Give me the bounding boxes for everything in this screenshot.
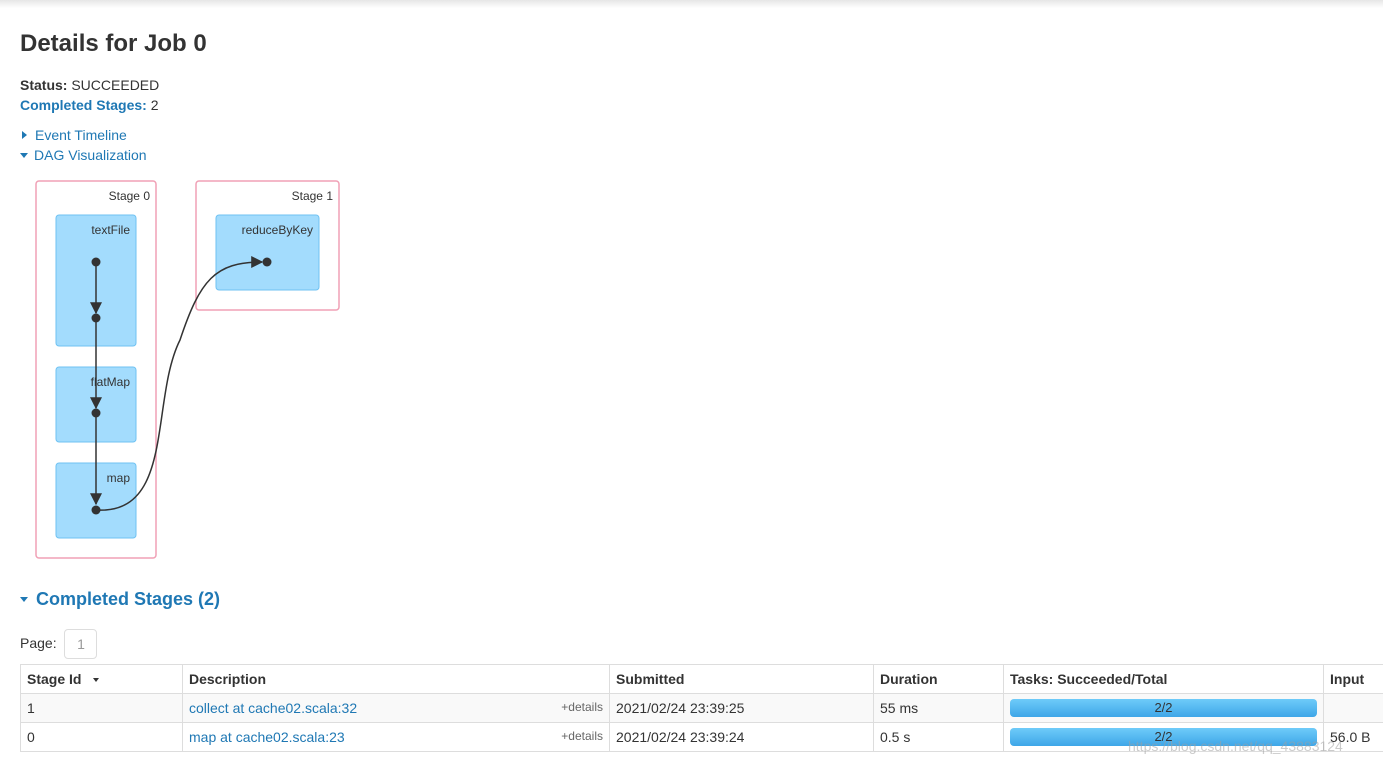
input-cell — [1323, 693, 1383, 723]
submitted-cell: 2021/02/24 23:39:24 — [609, 722, 874, 752]
stage-1-label: Stage 1 — [292, 189, 334, 203]
operation-textfile-label: textFile — [91, 223, 130, 237]
dag-visualization: Stage 0 textFile flatMap map Stage 1 red… — [35, 180, 340, 559]
details-toggle[interactable]: +details — [561, 700, 603, 714]
column-stage-id-label: Stage Id — [27, 671, 82, 687]
completed-stages-label[interactable]: Completed Stages: — [20, 97, 147, 113]
event-timeline-toggle[interactable]: Event Timeline — [20, 126, 127, 144]
completed-stages-count: 2 — [150, 97, 159, 113]
status-value: SUCCEEDED — [71, 77, 160, 93]
description-cell: map at cache02.scala:23 +details — [182, 722, 610, 752]
column-description[interactable]: Description — [182, 664, 610, 694]
stage-description-link[interactable]: map at cache02.scala:23 — [189, 729, 345, 745]
progress-label: 2/2 — [1154, 729, 1173, 744]
completed-stages-header[interactable]: Completed Stages (2) — [20, 588, 220, 610]
column-tasks[interactable]: Tasks: Succeeded/Total — [1003, 664, 1324, 694]
column-input-label: Input — [1330, 671, 1365, 687]
stage-id-cell: 0 — [20, 722, 183, 752]
column-input[interactable]: Input — [1323, 664, 1383, 694]
operation-reducebykey[interactable]: reduceByKey — [215, 214, 320, 291]
column-stage-id[interactable]: Stage Id — [20, 664, 183, 694]
stage-description-link[interactable]: collect at cache02.scala:32 — [189, 700, 357, 716]
operation-map-label: map — [107, 471, 131, 485]
column-description-label: Description — [189, 671, 267, 687]
rdd-node[interactable] — [91, 257, 101, 267]
pagination: Page: 1 — [20, 628, 98, 660]
submitted-cell: 2021/02/24 23:39:25 — [609, 693, 874, 723]
page-input[interactable]: 1 — [64, 629, 98, 660]
rdd-node[interactable] — [91, 313, 101, 323]
stage-0-label: Stage 0 — [109, 189, 151, 203]
duration-cell: 0.5 s — [873, 722, 1004, 752]
rdd-node[interactable] — [91, 408, 101, 418]
completed-stages-title: Completed Stages (2) — [36, 589, 221, 609]
table-header-row: Stage Id Description Submitted Duration … — [20, 664, 1383, 694]
sort-desc-icon — [93, 678, 100, 683]
progress-label: 2/2 — [1154, 700, 1173, 715]
status-label: Status: — [20, 77, 68, 93]
column-duration[interactable]: Duration — [873, 664, 1004, 694]
arrow-down-icon — [20, 596, 28, 602]
operation-reducebykey-label: reduceByKey — [242, 223, 313, 237]
column-submitted-label: Submitted — [616, 671, 685, 687]
completed-stages-summary[interactable]: Completed Stages: 2 — [20, 96, 159, 114]
column-tasks-label: Tasks: Succeeded/Total — [1010, 671, 1168, 687]
table-row: 1 collect at cache02.scala:32 +details 2… — [20, 693, 1383, 723]
page-label: Page: — [20, 635, 57, 651]
event-timeline-label: Event Timeline — [35, 127, 127, 143]
details-toggle[interactable]: +details — [561, 729, 603, 743]
job-status: Status: SUCCEEDED — [20, 76, 159, 94]
rdd-node[interactable] — [262, 257, 272, 267]
column-submitted[interactable]: Submitted — [609, 664, 874, 694]
dag-visualization-label: DAG Visualization — [34, 147, 147, 163]
completed-stages-table: Stage Id Description Submitted Duration … — [20, 664, 1383, 752]
tasks-cell: 2/2 — [1003, 693, 1324, 723]
column-duration-label: Duration — [880, 671, 938, 687]
stage-id-cell: 1 — [20, 693, 183, 723]
tasks-cell: 2/2 — [1003, 722, 1324, 752]
tasks-progress-bar: 2/2 — [1010, 699, 1317, 717]
top-shadow — [0, 0, 1383, 8]
rdd-node[interactable] — [91, 505, 101, 515]
duration-cell: 55 ms — [873, 693, 1004, 723]
stage-1-cluster[interactable]: Stage 1 reduceByKey — [195, 180, 340, 311]
arrow-right-icon — [22, 131, 27, 140]
tasks-progress-bar: 2/2 — [1010, 728, 1317, 746]
table-row: 0 map at cache02.scala:23 +details 2021/… — [20, 722, 1383, 752]
description-cell: collect at cache02.scala:32 +details — [182, 693, 610, 723]
arrow-down-icon — [20, 152, 28, 158]
input-cell: 56.0 B — [1323, 722, 1383, 752]
dag-visualization-toggle[interactable]: DAG Visualization — [20, 146, 147, 164]
page-title: Details for Job 0 — [20, 30, 207, 57]
